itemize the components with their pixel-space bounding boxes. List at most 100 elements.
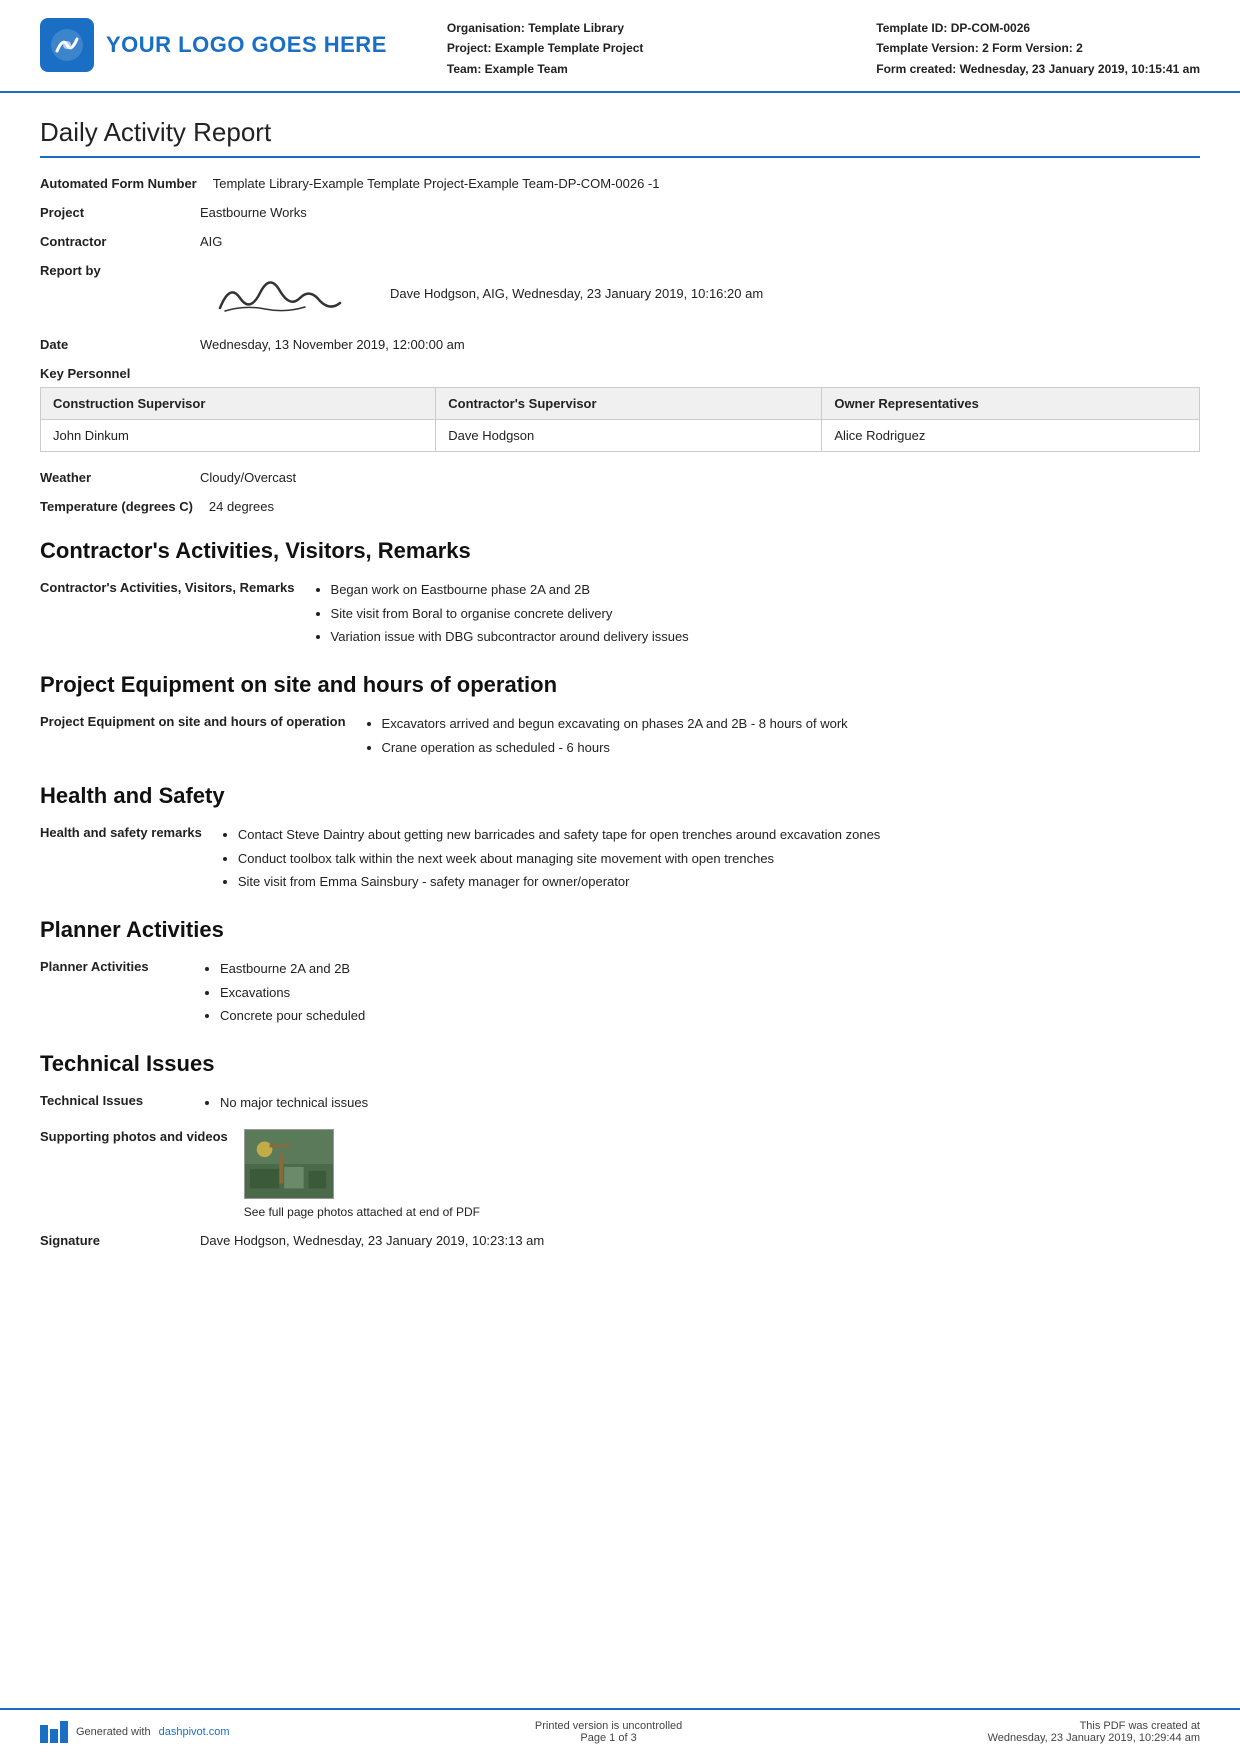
report-by-value: Dave Hodgson, AIG, Wednesday, 23 January…: [200, 263, 1200, 323]
health-safety-list: Contact Steve Daintry about getting new …: [218, 823, 1200, 893]
photos-value: See full page photos attached at end of …: [244, 1129, 1200, 1219]
weather-value: Cloudy/Overcast: [200, 470, 1200, 485]
temperature-row: Temperature (degrees C) 24 degrees: [40, 499, 1200, 514]
project-value: Example Template Project: [495, 41, 644, 55]
planner-heading: Planner Activities: [40, 917, 1200, 943]
signature-image: [200, 263, 360, 323]
report-by-name: Dave Hodgson, AIG, Wednesday, 23 January…: [390, 286, 763, 301]
report-title: Daily Activity Report: [40, 117, 1200, 158]
photos-caption: See full page photos attached at end of …: [244, 1205, 1200, 1219]
contractors-activities-heading: Contractor's Activities, Visitors, Remar…: [40, 538, 1200, 564]
report-by-label: Report by: [40, 263, 200, 323]
project-label: Project: [40, 205, 200, 220]
personnel-table: Construction Supervisor Contractor's Sup…: [40, 387, 1200, 452]
planner-label: Planner Activities: [40, 957, 200, 1027]
photos-row: Supporting photos and videos See full pa…: [40, 1129, 1200, 1219]
form-number-row: Automated Form Number Template Library-E…: [40, 176, 1200, 191]
logo-area: YOUR LOGO GOES HERE: [40, 18, 387, 72]
footer-generated: Generated with: [76, 1726, 151, 1738]
technical-issues-heading: Technical Issues: [40, 1051, 1200, 1077]
footer-right-text: This PDF was created at: [988, 1720, 1200, 1732]
template-id-label: Template ID:: [876, 21, 947, 35]
logo-icon: [40, 18, 94, 72]
project-value: Eastbourne Works: [200, 205, 1200, 220]
key-personnel-label: Key Personnel: [40, 366, 1200, 381]
team-label: Team:: [447, 62, 481, 76]
list-item: Contact Steve Daintry about getting new …: [238, 823, 1200, 846]
temperature-label: Temperature (degrees C): [40, 499, 209, 514]
footer-uncontrolled: Printed version is uncontrolled: [535, 1720, 682, 1732]
date-label: Date: [40, 337, 200, 352]
col2-header: Contractor's Supervisor: [436, 388, 822, 420]
footer-link[interactable]: dashpivot.com: [159, 1726, 230, 1738]
list-item: Excavations: [220, 981, 1200, 1004]
date-value: Wednesday, 13 November 2019, 12:00:00 am: [200, 337, 1200, 352]
project-equipment-heading: Project Equipment on site and hours of o…: [40, 672, 1200, 698]
project-row: Project Eastbourne Works: [40, 205, 1200, 220]
photos-label: Supporting photos and videos: [40, 1129, 244, 1219]
footer-right: This PDF was created at Wednesday, 23 Ja…: [988, 1720, 1200, 1744]
health-safety-label: Health and safety remarks: [40, 823, 218, 893]
report-by-row: Report by Dave Hodgson, AIG, Wednesday, …: [40, 263, 1200, 323]
personnel-cell-3: Alice Rodriguez: [822, 420, 1200, 452]
org-label: Organisation:: [447, 21, 525, 35]
temperature-value: 24 degrees: [209, 499, 1200, 514]
date-row: Date Wednesday, 13 November 2019, 12:00:…: [40, 337, 1200, 352]
list-item: No major technical issues: [220, 1091, 1200, 1114]
col3-header: Owner Representatives: [822, 388, 1200, 420]
org-value: Template Library: [528, 21, 624, 35]
contractors-activities-row: Contractor's Activities, Visitors, Remar…: [40, 578, 1200, 648]
team-value: Example Team: [485, 62, 568, 76]
planner-list: Eastbourne 2A and 2B Excavations Concret…: [200, 957, 1200, 1027]
footer-right-date: Wednesday, 23 January 2019, 10:29:44 am: [988, 1732, 1200, 1744]
table-row: John Dinkum Dave Hodgson Alice Rodriguez: [41, 420, 1200, 452]
technical-issues-list: No major technical issues: [200, 1091, 1200, 1114]
list-item: Crane operation as scheduled - 6 hours: [382, 736, 1200, 759]
list-item: Site visit from Boral to organise concre…: [331, 602, 1200, 625]
signature-area: Dave Hodgson, AIG, Wednesday, 23 January…: [200, 263, 1200, 323]
technical-issues-row: Technical Issues No major technical issu…: [40, 1091, 1200, 1114]
footer-center: Printed version is uncontrolled Page 1 o…: [535, 1720, 682, 1744]
template-version-label: Template Version:: [876, 41, 978, 55]
contractors-activities-label: Contractor's Activities, Visitors, Remar…: [40, 578, 311, 648]
project-equipment-list: Excavators arrived and begun excavating …: [362, 712, 1200, 759]
weather-row: Weather Cloudy/Overcast: [40, 470, 1200, 485]
project-equipment-row: Project Equipment on site and hours of o…: [40, 712, 1200, 759]
signature-row: Signature Dave Hodgson, Wednesday, 23 Ja…: [40, 1233, 1200, 1248]
personnel-cell-2: Dave Hodgson: [436, 420, 822, 452]
footer-left: Generated with dashpivot.com: [40, 1721, 230, 1743]
project-equipment-label: Project Equipment on site and hours of o…: [40, 712, 362, 759]
weather-label: Weather: [40, 470, 200, 485]
logo-text: YOUR LOGO GOES HERE: [106, 32, 387, 58]
form-created-value: Wednesday, 23 January 2019, 10:15:41 am: [960, 62, 1200, 76]
list-item: Conduct toolbox talk within the next wee…: [238, 847, 1200, 870]
personnel-cell-1: John Dinkum: [41, 420, 436, 452]
list-item: Eastbourne 2A and 2B: [220, 957, 1200, 980]
form-created-label: Form created:: [876, 62, 956, 76]
photo-box: [244, 1129, 334, 1199]
main-content: Daily Activity Report Automated Form Num…: [0, 93, 1240, 1342]
health-safety-row: Health and safety remarks Contact Steve …: [40, 823, 1200, 893]
contractors-activities-list: Began work on Eastbourne phase 2A and 2B…: [311, 578, 1200, 648]
header-meta: Organisation: Template Library Project: …: [387, 18, 876, 79]
contractor-label: Contractor: [40, 234, 200, 249]
list-item: Concrete pour scheduled: [220, 1004, 1200, 1027]
signature-value: Dave Hodgson, Wednesday, 23 January 2019…: [200, 1233, 1200, 1248]
list-item: Site visit from Emma Sainsbury - safety …: [238, 870, 1200, 893]
contractor-value: AIG: [200, 234, 1200, 249]
contractor-row: Contractor AIG: [40, 234, 1200, 249]
project-label: Project:: [447, 41, 492, 55]
health-safety-heading: Health and Safety: [40, 783, 1200, 809]
footer-page: Page 1 of 3: [535, 1732, 682, 1744]
page-footer: Generated with dashpivot.com Printed ver…: [0, 1708, 1240, 1754]
signature-label: Signature: [40, 1233, 200, 1248]
list-item: Variation issue with DBG subcontractor a…: [331, 625, 1200, 648]
page-header: YOUR LOGO GOES HERE Organisation: Templa…: [0, 0, 1240, 93]
planner-row: Planner Activities Eastbourne 2A and 2B …: [40, 957, 1200, 1027]
header-right: Template ID: DP-COM-0026 Template Versio…: [876, 18, 1200, 79]
col1-header: Construction Supervisor: [41, 388, 436, 420]
form-number-label: Automated Form Number: [40, 176, 213, 191]
list-item: Excavators arrived and begun excavating …: [382, 712, 1200, 735]
form-number-value: Template Library-Example Template Projec…: [213, 176, 1200, 191]
template-id-value: DP-COM-0026: [951, 21, 1030, 35]
